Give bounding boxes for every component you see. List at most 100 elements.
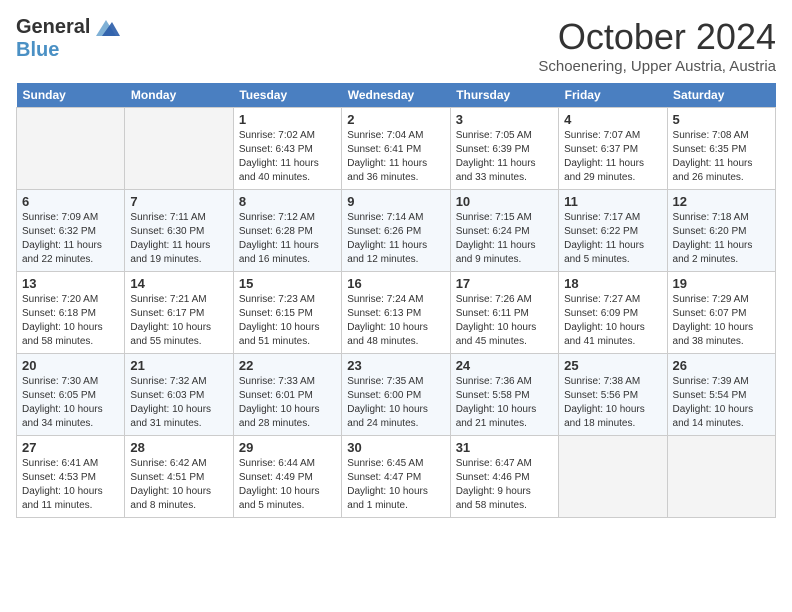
calendar-cell: 31Sunrise: 6:47 AM Sunset: 4:46 PM Dayli…	[450, 436, 558, 518]
day-number: 18	[564, 276, 661, 291]
week-row-5: 27Sunrise: 6:41 AM Sunset: 4:53 PM Dayli…	[17, 436, 776, 518]
day-number: 6	[22, 194, 119, 209]
week-row-4: 20 Sunrise: 7:30 AM Sunset: 6:05 PM Dayli…	[17, 354, 776, 436]
calendar-cell: 15Sunrise: 7:23 AM Sunset: 6:15 PM Dayli…	[233, 272, 341, 354]
day-info: Sunrise: 7:38 AM Sunset: 5:56 PM Dayligh…	[564, 375, 661, 431]
calendar-cell: 9Sunrise: 7:14 AM Sunset: 6:26 PM Daylig…	[342, 190, 450, 272]
calendar-cell: 25 Sunrise: 7:38 AM Sunset: 5:56 PM Dayli…	[559, 354, 667, 436]
calendar-cell	[667, 436, 775, 518]
day-number: 25	[564, 358, 661, 373]
day-number: 28	[130, 440, 227, 455]
day-info: Sunrise: 7:07 AM Sunset: 6:37 PM Dayligh…	[564, 129, 661, 185]
day-number: 24	[456, 358, 553, 373]
day-info: Sunrise: 7:05 AM Sunset: 6:39 PM Dayligh…	[456, 129, 553, 185]
location-title: Schoenering, Upper Austria, Austria	[538, 58, 776, 75]
day-info: Sunrise: 7:12 AM Sunset: 6:28 PM Dayligh…	[239, 211, 336, 267]
day-info: Sunrise: 7:39 AM Sunset: 5:54 PM Dayligh…	[673, 375, 770, 431]
calendar-cell	[125, 108, 233, 190]
calendar-cell: 5 Sunrise: 7:08 AM Sunset: 6:35 PM Daylig…	[667, 108, 775, 190]
calendar-table: SundayMondayTuesdayWednesdayThursdayFrid…	[16, 83, 776, 518]
day-info: Sunrise: 7:02 AM Sunset: 6:43 PM Dayligh…	[239, 129, 336, 185]
calendar-cell: 8 Sunrise: 7:12 AM Sunset: 6:28 PM Daylig…	[233, 190, 341, 272]
day-info: Sunrise: 7:23 AM Sunset: 6:15 PM Dayligh…	[239, 293, 336, 349]
calendar-cell: 4 Sunrise: 7:07 AM Sunset: 6:37 PM Daylig…	[559, 108, 667, 190]
day-number: 22	[239, 358, 336, 373]
title-area: October 2024 Schoenering, Upper Austria,…	[538, 16, 776, 75]
calendar-cell: 13 Sunrise: 7:20 AM Sunset: 6:18 PM Dayli…	[17, 272, 125, 354]
calendar-cell: 24 Sunrise: 7:36 AM Sunset: 5:58 PM Dayli…	[450, 354, 558, 436]
day-number: 13	[22, 276, 119, 291]
calendar-cell: 7 Sunrise: 7:11 AM Sunset: 6:30 PM Daylig…	[125, 190, 233, 272]
day-number: 5	[673, 112, 770, 127]
calendar-cell: 26Sunrise: 7:39 AM Sunset: 5:54 PM Dayli…	[667, 354, 775, 436]
day-number: 8	[239, 194, 336, 209]
day-number: 2	[347, 112, 444, 127]
column-header-tuesday: Tuesday	[233, 83, 341, 108]
calendar-cell: 27Sunrise: 6:41 AM Sunset: 4:53 PM Dayli…	[17, 436, 125, 518]
day-number: 19	[673, 276, 770, 291]
day-number: 17	[456, 276, 553, 291]
month-title: October 2024	[538, 16, 776, 58]
calendar-header-row: SundayMondayTuesdayWednesdayThursdayFrid…	[17, 83, 776, 108]
calendar-cell: 6 Sunrise: 7:09 AM Sunset: 6:32 PM Daylig…	[17, 190, 125, 272]
day-info: Sunrise: 7:27 AM Sunset: 6:09 PM Dayligh…	[564, 293, 661, 349]
column-header-friday: Friday	[559, 83, 667, 108]
logo: General Blue	[16, 16, 120, 62]
calendar-cell: 29Sunrise: 6:44 AM Sunset: 4:49 PM Dayli…	[233, 436, 341, 518]
day-info: Sunrise: 7:09 AM Sunset: 6:32 PM Dayligh…	[22, 211, 119, 267]
day-number: 14	[130, 276, 227, 291]
calendar-cell: 19Sunrise: 7:29 AM Sunset: 6:07 PM Dayli…	[667, 272, 775, 354]
week-row-1: 1 Sunrise: 7:02 AM Sunset: 6:43 PM Daylig…	[17, 108, 776, 190]
day-number: 1	[239, 112, 336, 127]
day-number: 12	[673, 194, 770, 209]
calendar-cell: 10 Sunrise: 7:15 AM Sunset: 6:24 PM Dayli…	[450, 190, 558, 272]
day-number: 30	[347, 440, 444, 455]
day-info: Sunrise: 7:11 AM Sunset: 6:30 PM Dayligh…	[130, 211, 227, 267]
day-info: Sunrise: 7:35 AM Sunset: 6:00 PM Dayligh…	[347, 375, 444, 431]
calendar-cell: 2Sunrise: 7:04 AM Sunset: 6:41 PM Daylig…	[342, 108, 450, 190]
day-info: Sunrise: 6:42 AM Sunset: 4:51 PM Dayligh…	[130, 457, 227, 513]
day-info: Sunrise: 7:17 AM Sunset: 6:22 PM Dayligh…	[564, 211, 661, 267]
calendar-cell: 16Sunrise: 7:24 AM Sunset: 6:13 PM Dayli…	[342, 272, 450, 354]
calendar-cell	[559, 436, 667, 518]
calendar-cell: 17Sunrise: 7:26 AM Sunset: 6:11 PM Dayli…	[450, 272, 558, 354]
calendar-cell: 1 Sunrise: 7:02 AM Sunset: 6:43 PM Daylig…	[233, 108, 341, 190]
day-info: Sunrise: 6:41 AM Sunset: 4:53 PM Dayligh…	[22, 457, 119, 513]
logo-icon	[92, 18, 120, 38]
day-info: Sunrise: 7:36 AM Sunset: 5:58 PM Dayligh…	[456, 375, 553, 431]
column-header-thursday: Thursday	[450, 83, 558, 108]
calendar-cell: 22 Sunrise: 7:33 AM Sunset: 6:01 PM Dayli…	[233, 354, 341, 436]
day-number: 20	[22, 358, 119, 373]
column-header-sunday: Sunday	[17, 83, 125, 108]
calendar-cell: 12 Sunrise: 7:18 AM Sunset: 6:20 PM Dayli…	[667, 190, 775, 272]
column-header-wednesday: Wednesday	[342, 83, 450, 108]
calendar-cell	[17, 108, 125, 190]
day-number: 9	[347, 194, 444, 209]
day-info: Sunrise: 7:20 AM Sunset: 6:18 PM Dayligh…	[22, 293, 119, 349]
calendar-cell: 30 Sunrise: 6:45 AM Sunset: 4:47 PM Dayli…	[342, 436, 450, 518]
column-header-saturday: Saturday	[667, 83, 775, 108]
day-number: 29	[239, 440, 336, 455]
day-info: Sunrise: 7:18 AM Sunset: 6:20 PM Dayligh…	[673, 211, 770, 267]
day-number: 23	[347, 358, 444, 373]
day-info: Sunrise: 7:08 AM Sunset: 6:35 PM Dayligh…	[673, 129, 770, 185]
day-number: 4	[564, 112, 661, 127]
day-info: Sunrise: 7:30 AM Sunset: 6:05 PM Dayligh…	[22, 375, 119, 431]
logo-general-text: General	[16, 16, 90, 39]
calendar-cell: 21 Sunrise: 7:32 AM Sunset: 6:03 PM Dayli…	[125, 354, 233, 436]
day-number: 21	[130, 358, 227, 373]
day-info: Sunrise: 6:45 AM Sunset: 4:47 PM Dayligh…	[347, 457, 444, 513]
calendar-cell: 20 Sunrise: 7:30 AM Sunset: 6:05 PM Dayli…	[17, 354, 125, 436]
logo-blue-text: Blue	[16, 39, 59, 62]
day-info: Sunrise: 7:15 AM Sunset: 6:24 PM Dayligh…	[456, 211, 553, 267]
day-number: 10	[456, 194, 553, 209]
day-number: 7	[130, 194, 227, 209]
day-info: Sunrise: 7:33 AM Sunset: 6:01 PM Dayligh…	[239, 375, 336, 431]
calendar-cell: 3 Sunrise: 7:05 AM Sunset: 6:39 PM Daylig…	[450, 108, 558, 190]
day-number: 31	[456, 440, 553, 455]
week-row-3: 13 Sunrise: 7:20 AM Sunset: 6:18 PM Dayli…	[17, 272, 776, 354]
day-info: Sunrise: 7:32 AM Sunset: 6:03 PM Dayligh…	[130, 375, 227, 431]
day-number: 3	[456, 112, 553, 127]
week-row-2: 6 Sunrise: 7:09 AM Sunset: 6:32 PM Daylig…	[17, 190, 776, 272]
day-info: Sunrise: 7:24 AM Sunset: 6:13 PM Dayligh…	[347, 293, 444, 349]
